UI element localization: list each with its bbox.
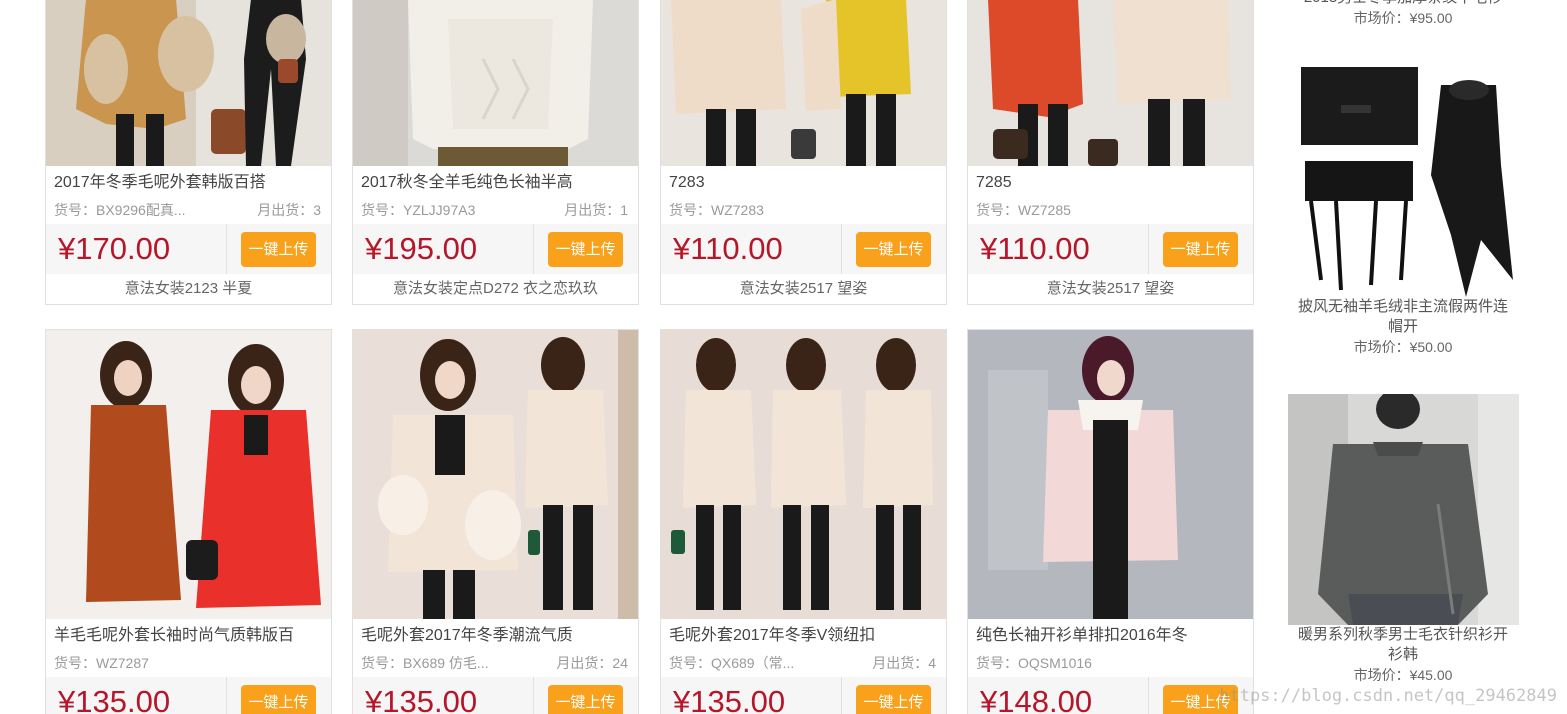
product-image[interactable] bbox=[46, 330, 331, 619]
product-title[interactable]: 2017年冬季毛呢外套韩版百搭 bbox=[46, 166, 331, 200]
shop-name[interactable]: 意法女装定点D272 衣之恋玖玖 bbox=[353, 274, 638, 304]
monthly-sales: 月出货：24 bbox=[556, 655, 628, 671]
product-price: ¥135.00 bbox=[673, 684, 786, 714]
price-row: ¥170.00 一键上传 bbox=[46, 224, 331, 274]
product-sku: 货号：WZ7285 bbox=[976, 202, 1071, 218]
product-image[interactable] bbox=[968, 330, 1253, 619]
product-meta: 货号：WZ7287 bbox=[46, 653, 331, 677]
product-card[interactable]: 7283 货号：WZ7283 ¥110.00 一键上传 意法女装2517 望姿 bbox=[660, 0, 947, 305]
product-image[interactable] bbox=[353, 330, 638, 619]
one-click-upload-button[interactable]: 一键上传 bbox=[548, 685, 623, 714]
product-sku: 货号：BX9296配真... bbox=[54, 202, 186, 218]
product-sku: 货号：YZLJJ97A3 bbox=[361, 202, 476, 218]
side-product-price: 市场价：¥45.00 bbox=[1353, 667, 1453, 683]
divider bbox=[1148, 677, 1149, 714]
product-meta: 货号：YZLJJ97A3 月出货：1 bbox=[353, 200, 638, 224]
side-product[interactable]: 披风无袖羊毛绒非主流假两件连帽开 市场价：¥50.00 bbox=[1283, 65, 1523, 357]
product-title[interactable]: 羊毛毛呢外套长袖时尚气质韩版百 bbox=[46, 619, 331, 653]
product-meta: 货号：BX689 仿毛... 月出货：24 bbox=[353, 653, 638, 677]
product-meta: 货号：BX9296配真... 月出货：3 bbox=[46, 200, 331, 224]
price-row: ¥110.00 一键上传 bbox=[968, 224, 1253, 274]
product-card[interactable]: 2017秋冬全羊毛纯色长袖半高 货号：YZLJJ97A3 月出货：1 ¥195.… bbox=[352, 0, 639, 305]
product-sku: 货号：OQSM1016 bbox=[976, 655, 1092, 671]
one-click-upload-button[interactable]: 一键上传 bbox=[1163, 232, 1238, 267]
one-click-upload-button[interactable]: 一键上传 bbox=[241, 232, 316, 267]
product-sku: 货号：WZ7287 bbox=[54, 655, 149, 671]
product-title[interactable]: 毛呢外套2017年冬季潮流气质 bbox=[353, 619, 638, 653]
monthly-sales: 月出货：4 bbox=[872, 655, 936, 671]
divider bbox=[841, 677, 842, 714]
shop-name[interactable]: 意法女装2123 半夏 bbox=[46, 274, 331, 304]
product-image[interactable] bbox=[46, 0, 331, 166]
divider bbox=[226, 224, 227, 274]
product-price: ¥135.00 bbox=[365, 684, 478, 714]
product-title[interactable]: 纯色长袖开衫单排扣2016年冬 bbox=[968, 619, 1253, 653]
product-price: ¥148.00 bbox=[980, 684, 1093, 714]
price-row: ¥135.00 一键上传 bbox=[661, 677, 946, 714]
price-row: ¥135.00 一键上传 bbox=[46, 677, 331, 714]
side-product-image[interactable] bbox=[1287, 394, 1519, 625]
price-row: ¥148.00 一键上传 bbox=[968, 677, 1253, 714]
side-product-price: 市场价：¥95.00 bbox=[1353, 10, 1453, 26]
side-product-name[interactable]: 披风无袖羊毛绒非主流假两件连帽开 bbox=[1283, 297, 1523, 337]
side-product-price: 市场价：¥50.00 bbox=[1353, 339, 1453, 355]
product-title[interactable]: 2017秋冬全羊毛纯色长袖半高 bbox=[353, 166, 638, 200]
product-price: ¥110.00 bbox=[673, 231, 783, 266]
product-price: ¥135.00 bbox=[58, 684, 171, 714]
product-meta: 货号：QX689（常... 月出货：4 bbox=[661, 653, 946, 677]
product-title[interactable]: 7283 bbox=[661, 166, 946, 200]
product-meta: 货号：WZ7285 bbox=[968, 200, 1253, 224]
product-image[interactable] bbox=[353, 0, 638, 166]
product-title[interactable]: 7285 bbox=[968, 166, 1253, 200]
product-card[interactable]: 纯色长袖开衫单排扣2016年冬 货号：OQSM1016 ¥148.00 一键上传 bbox=[967, 329, 1254, 714]
side-product[interactable]: 2018男士冬季加厚条纹羊毛衫 市场价：¥95.00 bbox=[1283, 0, 1523, 28]
monthly-sales: 月出货：3 bbox=[257, 202, 321, 218]
divider bbox=[841, 224, 842, 274]
divider bbox=[533, 224, 534, 274]
one-click-upload-button[interactable]: 一键上传 bbox=[856, 232, 931, 267]
divider bbox=[226, 677, 227, 714]
product-sku: 货号：WZ7283 bbox=[669, 202, 764, 218]
one-click-upload-button[interactable]: 一键上传 bbox=[241, 685, 316, 714]
product-sku: 货号：BX689 仿毛... bbox=[361, 655, 489, 671]
product-image[interactable] bbox=[661, 330, 946, 619]
side-product-image[interactable] bbox=[1290, 65, 1516, 297]
side-product-name[interactable]: 2018男士冬季加厚条纹羊毛衫 bbox=[1283, 0, 1523, 8]
product-image[interactable] bbox=[968, 0, 1253, 166]
product-meta: 货号：OQSM1016 bbox=[968, 653, 1253, 677]
price-row: ¥110.00 一键上传 bbox=[661, 224, 946, 274]
shop-name[interactable]: 意法女装2517 望姿 bbox=[968, 274, 1253, 304]
product-sku: 货号：QX689（常... bbox=[669, 655, 795, 671]
monthly-sales: 月出货：1 bbox=[564, 202, 628, 218]
price-row: ¥195.00 一键上传 bbox=[353, 224, 638, 274]
watermark: https://blog.csdn.net/qq_29462849 bbox=[1219, 686, 1557, 706]
product-price: ¥110.00 bbox=[980, 231, 1090, 266]
price-row: ¥135.00 一键上传 bbox=[353, 677, 638, 714]
product-card[interactable]: 羊毛毛呢外套长袖时尚气质韩版百 货号：WZ7287 ¥135.00 一键上传 bbox=[45, 329, 332, 714]
divider bbox=[533, 677, 534, 714]
product-card[interactable]: 2017年冬季毛呢外套韩版百搭 货号：BX9296配真... 月出货：3 ¥17… bbox=[45, 0, 332, 305]
product-card[interactable]: 毛呢外套2017年冬季V领纽扣 货号：QX689（常... 月出货：4 ¥135… bbox=[660, 329, 947, 714]
product-card[interactable]: 7285 货号：WZ7285 ¥110.00 一键上传 意法女装2517 望姿 bbox=[967, 0, 1254, 305]
product-image[interactable] bbox=[661, 0, 946, 166]
product-meta: 货号：WZ7283 bbox=[661, 200, 946, 224]
shop-name[interactable]: 意法女装2517 望姿 bbox=[661, 274, 946, 304]
product-price: ¥170.00 bbox=[58, 231, 171, 266]
side-product[interactable]: 暖男系列秋季男士毛衣针织衫开衫韩 市场价：¥45.00 bbox=[1283, 394, 1523, 685]
product-price: ¥195.00 bbox=[365, 231, 478, 266]
one-click-upload-button[interactable]: 一键上传 bbox=[548, 232, 623, 267]
product-title[interactable]: 毛呢外套2017年冬季V领纽扣 bbox=[661, 619, 946, 653]
side-product-name[interactable]: 暖男系列秋季男士毛衣针织衫开衫韩 bbox=[1283, 625, 1523, 665]
product-card[interactable]: 毛呢外套2017年冬季潮流气质 货号：BX689 仿毛... 月出货：24 ¥1… bbox=[352, 329, 639, 714]
divider bbox=[1148, 224, 1149, 274]
one-click-upload-button[interactable]: 一键上传 bbox=[856, 685, 931, 714]
